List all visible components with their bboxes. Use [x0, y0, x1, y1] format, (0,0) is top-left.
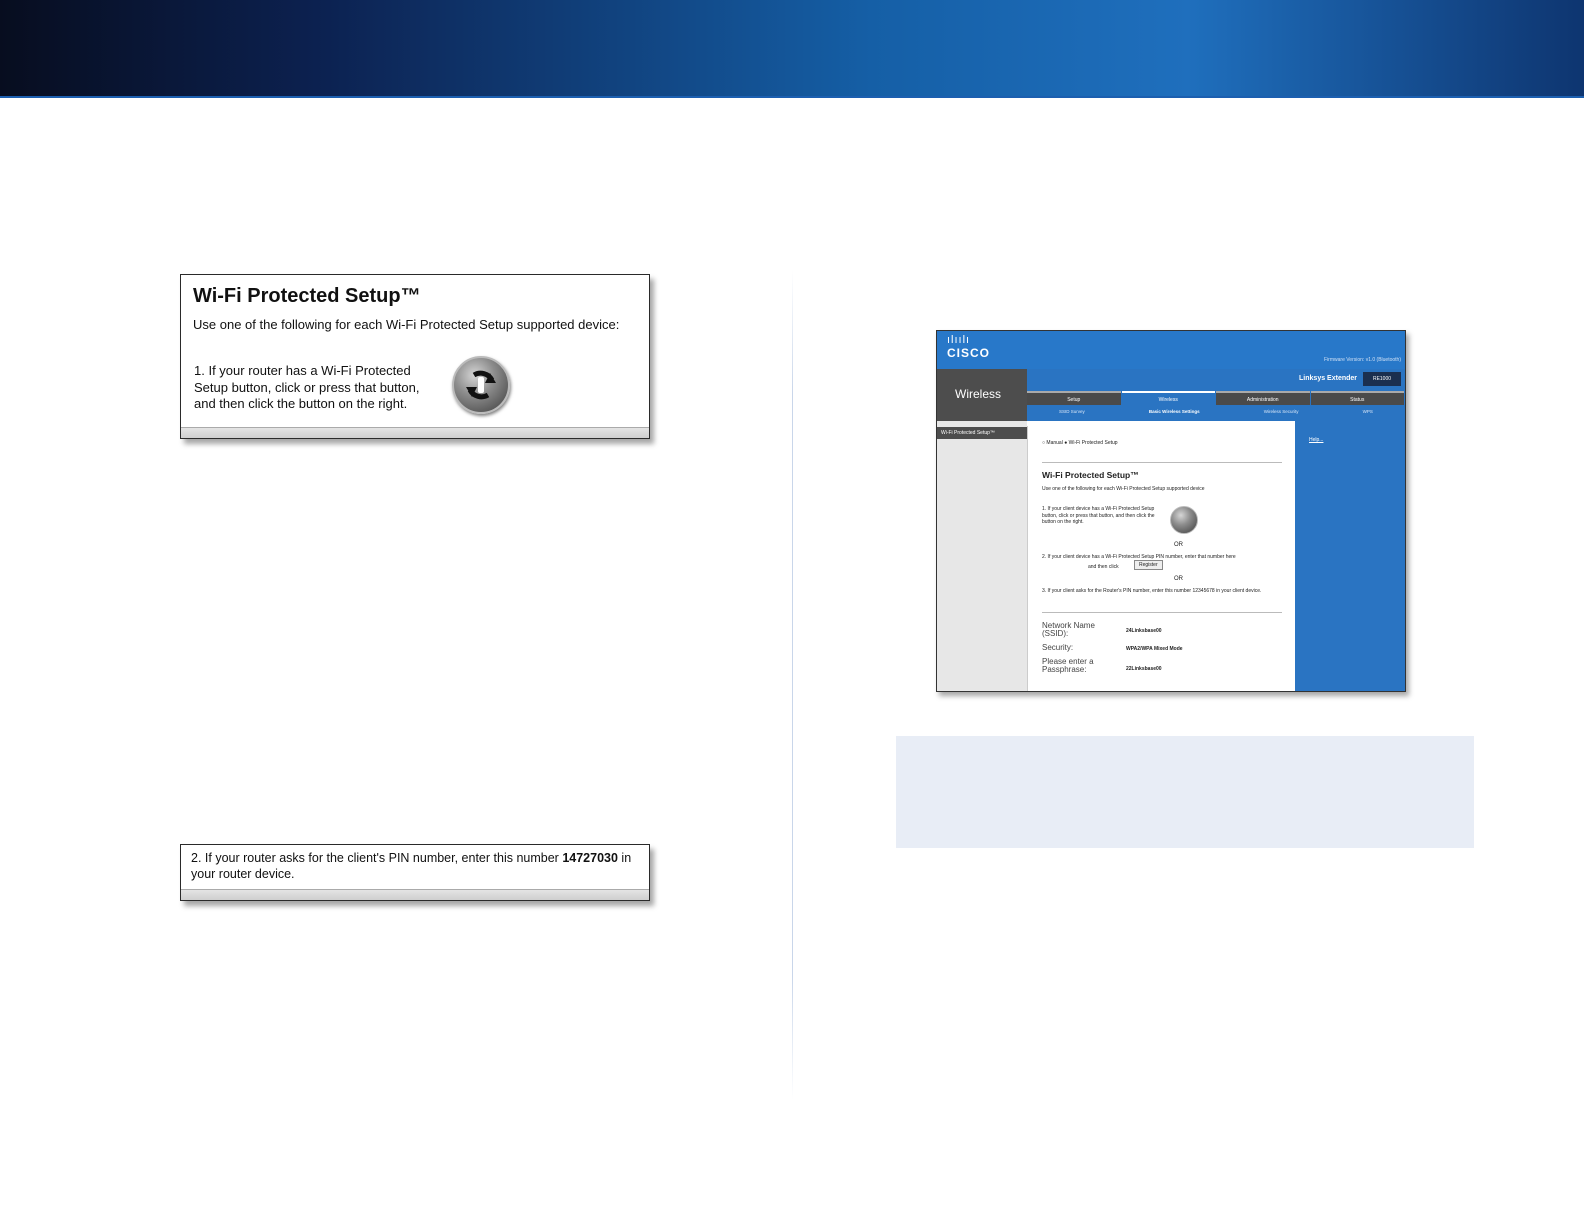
router-step2: 2. If your client device has a Wi-Fi Pro…: [1042, 554, 1236, 560]
tab-status[interactable]: Status: [1310, 391, 1404, 405]
subtab-basic-wireless[interactable]: Basic Wireless Settings: [1149, 406, 1200, 418]
router-wps-button-icon[interactable]: [1170, 506, 1198, 534]
passphrase-label: Please enter a Passphrase:: [1042, 657, 1094, 674]
pin-prefix: 2. If your router asks for the client's …: [191, 851, 563, 865]
security-label: Security:: [1042, 643, 1074, 652]
network-name-value: 24Linksbase00: [1126, 628, 1162, 634]
section-title: Wireless: [955, 387, 1002, 401]
router-screenshot: ılıılı CISCO Firmware Version: v1.0 (Blu…: [936, 330, 1406, 692]
wps-title: Wi-Fi Protected Setup™: [193, 285, 421, 307]
top-banner: [0, 0, 1584, 98]
panel-footer-bar: [181, 427, 649, 438]
radio-wps[interactable]: Wi-Fi Protected Setup: [1069, 440, 1118, 446]
router-wps-intro: Use one of the following for each Wi-Fi …: [1042, 486, 1205, 492]
tab-wireless[interactable]: Wireless: [1121, 391, 1215, 405]
passphrase-value: 22Linksbase00: [1126, 666, 1162, 672]
wps-intro: Use one of the following for each Wi-Fi …: [193, 317, 620, 332]
router-step2-cont: and then click: [1088, 564, 1119, 570]
wps-push-button[interactable]: [452, 356, 510, 414]
note-box: [896, 736, 1474, 848]
tab-administration[interactable]: Administration: [1216, 391, 1310, 405]
pin-panel: 2. If your router asks for the client's …: [180, 844, 650, 901]
subtab-ssid-survey[interactable]: SSID Survey: [1059, 406, 1085, 418]
tab-setup[interactable]: Setup: [1027, 391, 1121, 405]
router-nav: Linksys Extender RE1000 Setup Wireless A…: [1027, 369, 1405, 421]
register-button[interactable]: Register: [1134, 560, 1163, 570]
router-header: ılıılı CISCO Firmware Version: v1.0 (Blu…: [937, 331, 1405, 369]
or-separator: OR: [1174, 542, 1183, 548]
router-step1: 1. If your client device has a Wi-Fi Pro…: [1042, 506, 1155, 525]
wps-icon: [466, 370, 496, 400]
subtab-wireless-security[interactable]: Wireless Security: [1264, 406, 1299, 418]
router-subtabs: SSID Survey Basic Wireless Settings Wire…: [1027, 406, 1405, 418]
router-sidebar: Wi-Fi Protected Setup™: [937, 421, 1027, 691]
wps-step1-text: 1. If your router has a Wi-Fi Protected …: [194, 363, 420, 411]
cisco-logo-text: CISCO: [947, 346, 991, 360]
help-link[interactable]: Help...: [1309, 437, 1323, 443]
firmware-version: Firmware Version: v1.0 (Bluetooth): [1324, 357, 1401, 363]
cisco-logo-bars: ılıılı: [947, 334, 971, 346]
pin-instruction: 2. If your router asks for the client's …: [191, 851, 641, 882]
router-tabs: Setup Wireless Administration Status: [1027, 391, 1405, 405]
divider: [1042, 612, 1282, 613]
wps-panel: Wi-Fi Protected Setup™ Use one of the fo…: [180, 274, 650, 439]
sidebar-item-wps[interactable]: Wi-Fi Protected Setup™: [937, 427, 1027, 439]
panel-footer-bar: [181, 889, 649, 900]
radio-manual[interactable]: Manual: [1046, 440, 1062, 446]
product-name: Linksys Extender: [1299, 375, 1357, 382]
network-name-label: Network Name (SSID):: [1042, 621, 1095, 638]
router-content: ○ Manual ● Wi-Fi Protected Setup Wi-Fi P…: [1027, 426, 1296, 691]
section-label: Wireless: [937, 369, 1027, 421]
divider: [1042, 462, 1282, 463]
or-separator: OR: [1174, 576, 1183, 582]
security-value: WPA2/WPA Mixed Mode: [1126, 646, 1183, 652]
pin-number: 14727030: [562, 851, 618, 865]
column-divider: [792, 270, 793, 1100]
router-step3: 3. If your client asks for the Router's …: [1042, 588, 1262, 594]
subtab-wps[interactable]: WPS: [1363, 406, 1373, 418]
cisco-logo: ılıılı CISCO: [947, 334, 991, 361]
help-pane: Help...: [1295, 421, 1405, 691]
model-badge: RE1000: [1363, 372, 1401, 386]
router-wps-title: Wi-Fi Protected Setup™: [1042, 470, 1139, 480]
config-mode-radios: ○ Manual ● Wi-Fi Protected Setup: [1042, 440, 1118, 446]
